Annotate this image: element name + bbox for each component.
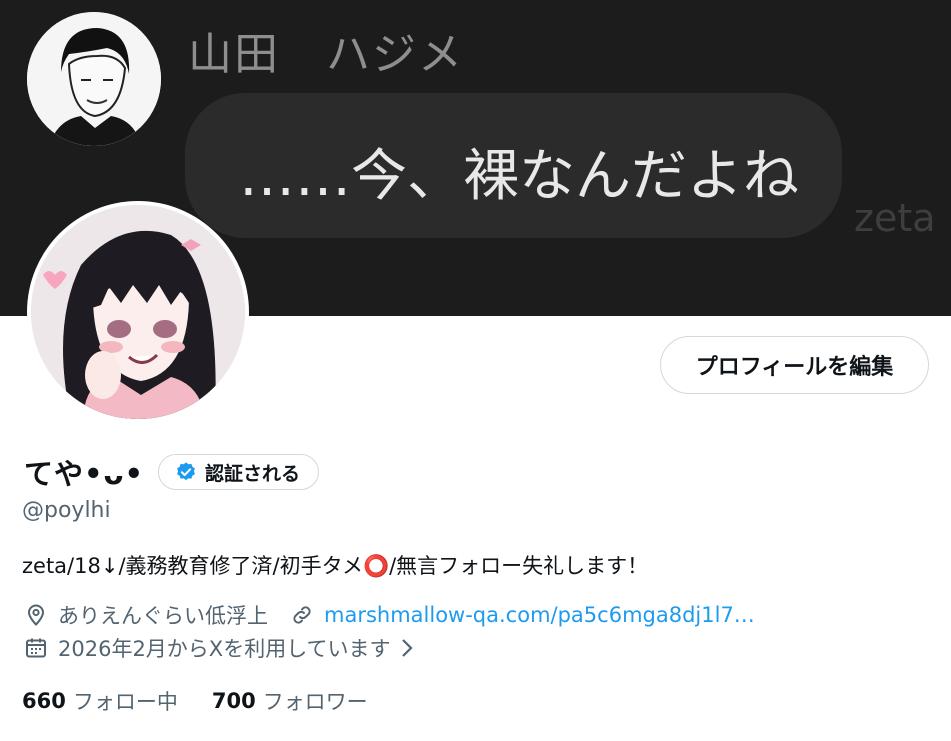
followers-label: フォロワー	[262, 690, 368, 714]
profile-joined-row: 2026年2月からXを利用しています	[24, 633, 417, 663]
profile-joined-date[interactable]: 2026年2月からXを利用しています	[58, 633, 417, 663]
profile-bio: zeta/18↓/義務教育修了済/初手タメ⭕️/無言フォロー失礼します！	[22, 554, 649, 578]
banner-sender-avatar	[27, 12, 161, 146]
map-pin-icon	[24, 603, 48, 627]
banner-watermark: zeta	[854, 196, 936, 240]
verified-badge-icon	[177, 462, 195, 481]
link-icon	[290, 603, 314, 627]
banner-message-bubble: ……今、裸なんだよね	[185, 93, 842, 238]
profile-name-row: てや•ᴗ• 認証される	[24, 450, 320, 494]
profile-handle: @poylhi	[22, 498, 111, 523]
follow-stats: 660 フォロー中 700 フォロワー	[22, 686, 368, 716]
profile-display-name: てや•ᴗ•	[24, 457, 144, 491]
edit-profile-button[interactable]: プロフィールを編集	[660, 336, 929, 394]
banner-message-text: ……今、裸なんだよね	[239, 144, 799, 209]
followers-count: 700	[211, 689, 256, 713]
following-count: 660	[22, 689, 66, 713]
profile-website-link[interactable]: marshmallow-qa.com/pa5c6mga8dj1l7…	[324, 603, 755, 627]
chevron-right-icon	[401, 639, 413, 657]
banner-sender-name: 山田 ハジメ	[188, 29, 464, 80]
followers-link[interactable]: 700 フォロワー	[212, 686, 368, 716]
calendar-icon	[24, 636, 48, 660]
profile-avatar-image	[31, 205, 245, 419]
following-label: フォロー中	[72, 690, 178, 714]
following-link[interactable]: 660 フォロー中	[22, 686, 178, 716]
profile-meta-row: ありえんぐらい低浮上 marshmallow-qa.com/pa5c6mga8d…	[24, 600, 755, 630]
get-verified-button[interactable]: 認証される	[158, 454, 320, 490]
profile-location: ありえんぐらい低浮上	[58, 604, 268, 628]
profile-avatar[interactable]	[27, 201, 249, 423]
profile-joined-text: 2026年2月からXを利用しています	[58, 637, 391, 661]
get-verified-label: 認証される	[205, 462, 301, 485]
